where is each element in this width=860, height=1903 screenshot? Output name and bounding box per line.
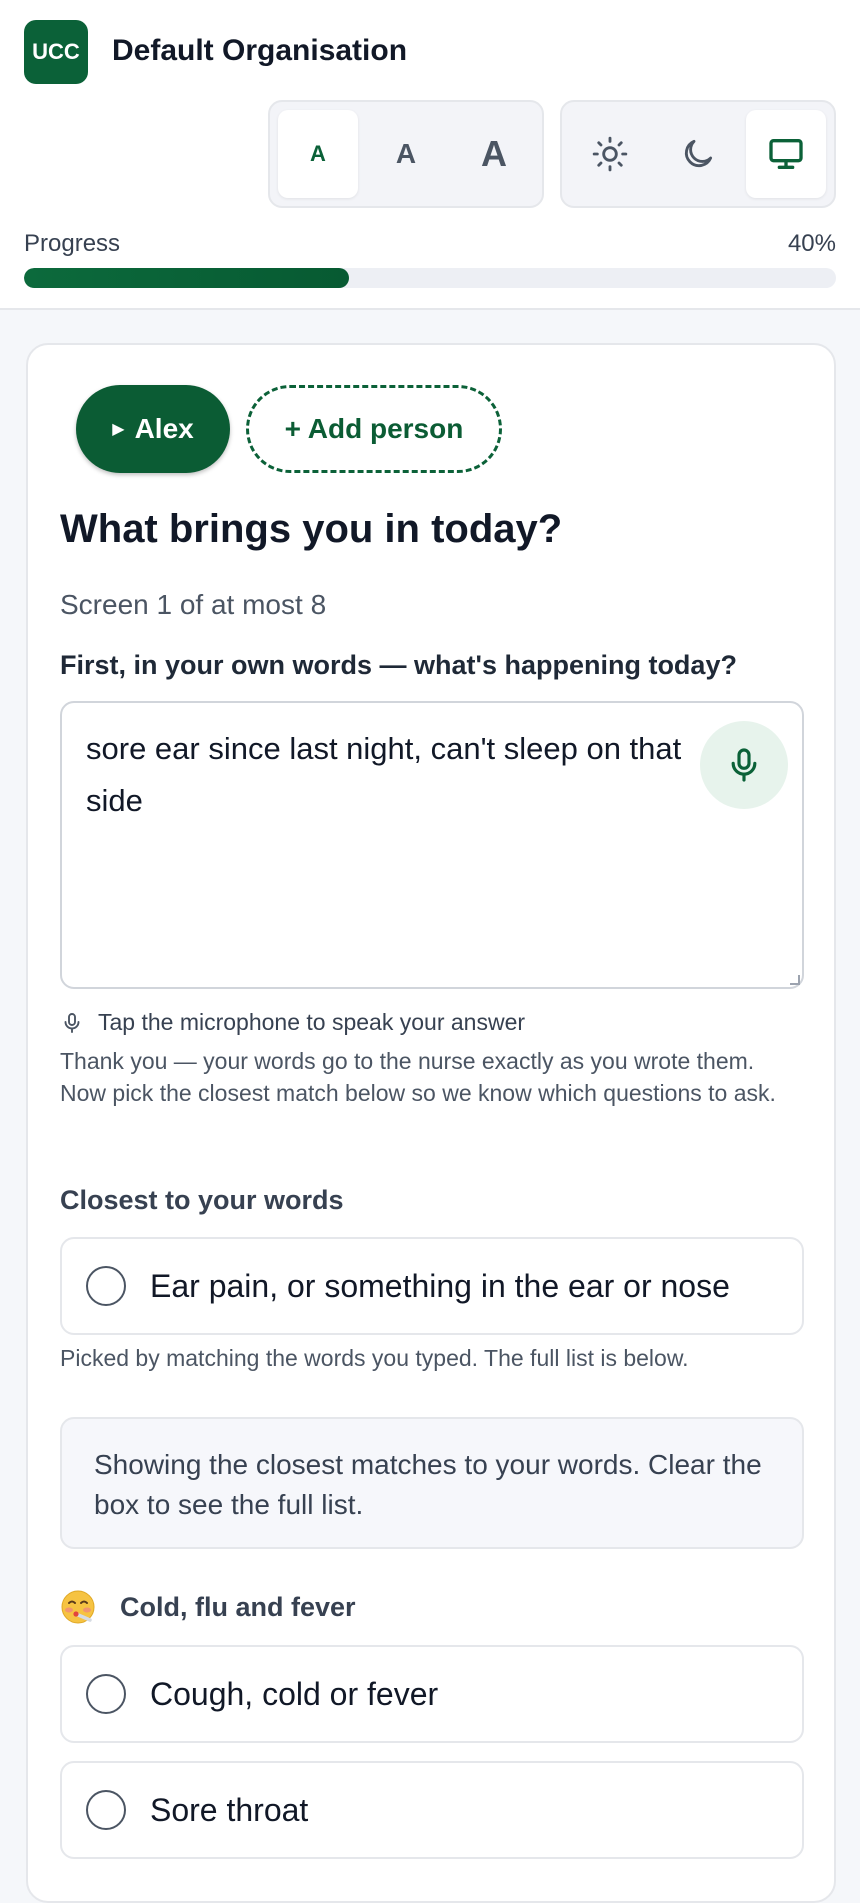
option-ear-pain[interactable]: Ear pain, or something in the ear or nos… [60, 1237, 804, 1335]
mic-hint: Tap the microphone to speak your answer [60, 1009, 525, 1036]
option-label: Sore throat [150, 1791, 309, 1828]
text-size-small-button[interactable]: A [278, 110, 358, 198]
progress-bar [24, 268, 836, 288]
add-person-button[interactable]: + Add person [246, 385, 502, 473]
app-header: UCC Default Organisation A A A Progress … [0, 0, 860, 310]
progress-bar-fill [24, 268, 349, 288]
microphone-button[interactable] [700, 721, 788, 809]
microphone-icon [64, 1012, 80, 1033]
moon-icon [684, 139, 713, 168]
picked-note: Picked by matching the words you typed. … [60, 1345, 689, 1371]
info-box: Showing the closest matches to your word… [60, 1417, 804, 1549]
thanks-message: Thank you — your words go to the nurse e… [60, 1048, 776, 1106]
option-label: Ear pain, or something in the ear or nos… [150, 1267, 730, 1304]
option-cough-cold-fever[interactable]: Cough, cold or fever [60, 1645, 804, 1743]
caret-right-icon: ▶ [112, 421, 125, 438]
theme-switcher [560, 100, 836, 208]
monitor-icon [769, 139, 803, 169]
microphone-icon [731, 748, 757, 782]
mic-hint-text: Tap the microphone to speak your answer [98, 1009, 526, 1035]
radio-button[interactable] [86, 1674, 126, 1714]
answer-text: sore ear since last night, can't sleep o… [86, 731, 682, 818]
radio-button[interactable] [86, 1790, 126, 1830]
option-sore-throat[interactable]: Sore throat [60, 1761, 804, 1859]
sun-icon [592, 136, 628, 172]
dark-theme-button[interactable] [658, 110, 738, 198]
resize-handle[interactable] [790, 975, 800, 985]
text-size-switcher: A A A [268, 100, 544, 208]
org-logo: UCC [24, 20, 88, 84]
text-size-large-button[interactable]: A [454, 110, 534, 198]
person-name: Alex [134, 413, 194, 444]
category-heading-text: Cold, flu and fever [120, 1591, 356, 1622]
light-theme-button[interactable] [570, 110, 650, 198]
question-card: ▶ Alex + Add person What brings you in t… [26, 343, 836, 1903]
org-name: Default Organisation [112, 34, 408, 67]
question-title: What brings you in today? [60, 507, 563, 551]
option-label: Cough, cold or fever [150, 1675, 439, 1712]
category-heading: Cold, flu and fever [60, 1589, 356, 1625]
radio-button[interactable] [86, 1266, 126, 1306]
progress-percent: 40% [787, 230, 836, 257]
answer-field-label: First, in your own words — what's happen… [60, 650, 737, 680]
text-size-medium-button[interactable]: A [366, 110, 446, 198]
person-chip-alex[interactable]: ▶ Alex [76, 385, 230, 473]
screen-counter: Screen 1 of at most 8 [60, 589, 327, 620]
system-theme-button[interactable] [746, 110, 826, 198]
closest-heading: Closest to your words [60, 1185, 344, 1215]
face-with-thermometer-icon [61, 1590, 95, 1624]
progress-label: Progress [24, 230, 121, 257]
answer-textarea[interactable]: sore ear since last night, can't sleep o… [60, 701, 804, 989]
